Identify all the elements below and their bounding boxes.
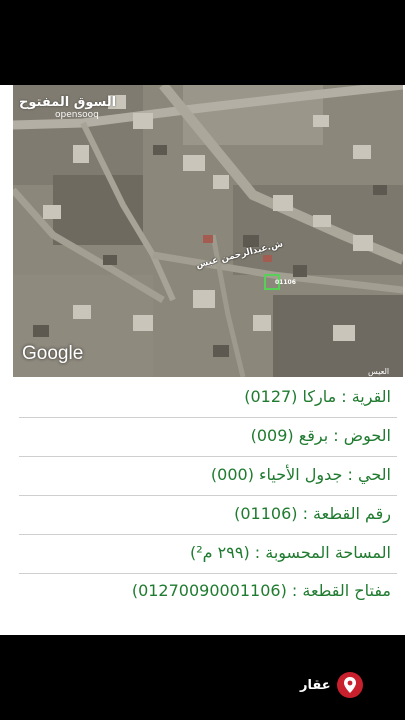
aqar-logo: عقار (300, 672, 363, 698)
divider (19, 417, 397, 418)
watermark-arabic: السوق المفتوح (19, 95, 117, 110)
district-row: الحي : جدول الأحياء (000) (210, 465, 391, 484)
divider (19, 534, 397, 535)
divider (19, 456, 397, 457)
area-row: المساحة المحسوبة : (٢٩٩ م²) (190, 543, 391, 562)
location-pin-icon (336, 672, 363, 698)
watermark-latin: opensooq (55, 110, 99, 120)
plot-number-row: رقم القطعة : (01106) (234, 504, 391, 523)
aqar-brand-text: عقار (300, 677, 331, 693)
satellite-imagery (13, 85, 403, 377)
basin-row: الحوض : برقع (009) (250, 426, 391, 445)
divider (19, 573, 397, 574)
parcel-number-label: 01106 (275, 279, 296, 286)
listing-image-frame: السوق المفتوح opensooq ش.عبدالرحمن عبس 0… (0, 85, 405, 635)
google-logo: Google (22, 343, 84, 364)
satellite-map[interactable]: السوق المفتوح opensooq ش.عبدالرحمن عبس 0… (13, 85, 403, 377)
plot-key-row: مفتاح القطعة : (01270090001106) (131, 581, 391, 600)
opensooq-watermark: السوق المفتوح opensooq (19, 95, 116, 120)
village-row: القرية : ماركا (0127) (244, 387, 391, 406)
plot-details-panel: القرية : ماركا (0127) الحوض : برقع (009)… (13, 377, 403, 635)
divider (19, 495, 397, 496)
map-edge-label: العيس (368, 367, 390, 376)
